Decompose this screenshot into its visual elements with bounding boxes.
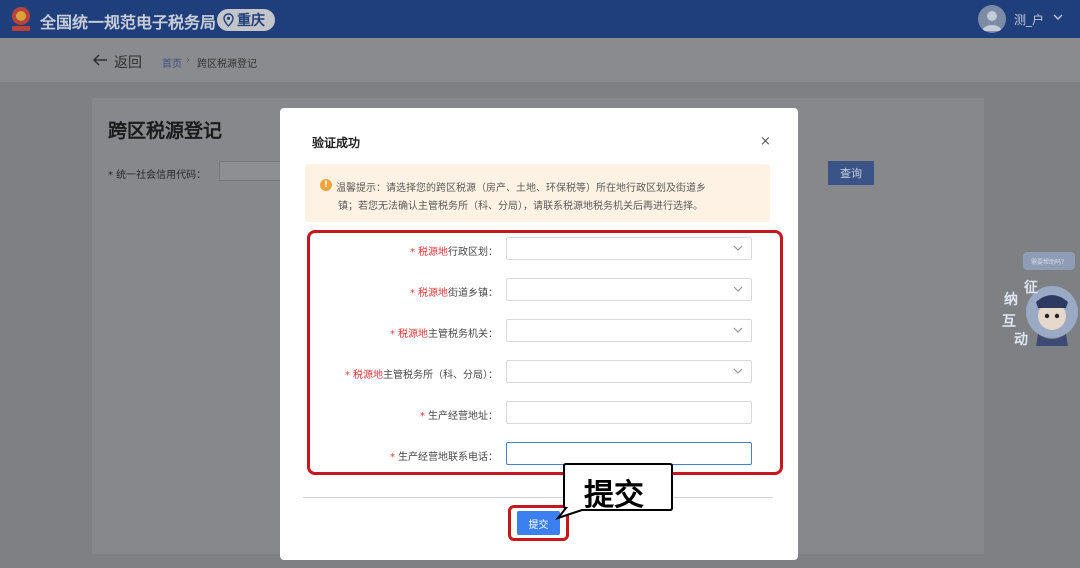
field-prefix: 税源地	[398, 329, 428, 340]
notice-text-line-2: 镇；若您无法确认主管税务所（科、分局），请联系税源地税务机关后再进行选择。	[338, 201, 703, 212]
back-link[interactable]: 返回	[114, 52, 142, 72]
user-avatar-icon	[982, 11, 1002, 31]
back-arrow-icon[interactable]	[92, 53, 108, 67]
form-highlight-frame	[307, 230, 783, 475]
chevron-down-icon	[733, 368, 743, 374]
help-bubble[interactable]: 需要帮助吗？	[1023, 252, 1075, 270]
user-avatar[interactable]	[978, 5, 1006, 33]
user-name[interactable]: 测_户	[1014, 11, 1044, 28]
credit-code-label: * 统一社会信用代码：	[108, 170, 207, 181]
location-pin-icon	[223, 13, 234, 27]
chevron-down-icon	[733, 327, 743, 333]
breadcrumb-current: 跨区税源登记	[197, 59, 257, 70]
dialog-divider	[303, 497, 773, 498]
field-label-tax-office: * 税源地主管税务所（科、分局）：	[345, 370, 498, 381]
field-label-street-town: * 税源地街道乡镇：	[410, 288, 498, 299]
business-address-input[interactable]	[506, 401, 752, 424]
breadcrumb-home[interactable]: 首页	[162, 55, 182, 70]
field-label-text: 行政区划：	[448, 247, 498, 258]
field-label-tax-authority: * 税源地主管税务机关：	[390, 329, 498, 340]
field-label-text: 主管税务机关：	[428, 329, 498, 340]
field-prefix: 税源地	[353, 370, 383, 381]
chevron-down-icon[interactable]	[1052, 10, 1064, 24]
field-label-text: 生产经营地联系电话：	[398, 452, 498, 463]
dialog-title: 验证成功	[312, 136, 361, 150]
query-button[interactable]: 查询	[828, 161, 874, 185]
chevron-down-icon	[733, 286, 743, 292]
credit-code-input[interactable]	[219, 161, 281, 181]
field-label-admin-division: * 税源地行政区划：	[410, 247, 498, 258]
helper-char-1: 征	[1024, 279, 1038, 296]
city-selector[interactable]: 重庆	[217, 9, 275, 31]
page-title: 跨区税源登记	[108, 120, 223, 142]
breadcrumb-separator: ›	[186, 55, 190, 66]
admin-division-select[interactable]	[506, 237, 752, 260]
helper-char-3: 互	[1002, 314, 1016, 330]
field-prefix: 税源地	[418, 288, 448, 299]
field-prefix: 税源地	[418, 247, 448, 258]
helper-char-4: 动	[1014, 331, 1028, 348]
field-label-business-address: * 生产经营地址：	[420, 411, 498, 422]
field-label-text: 主管税务所（科、分局）：	[383, 370, 498, 381]
notice-text-line-1: 温馨提示：请选择您的跨区税源（房产、土地、环保税等）所在地行政区划及街道乡	[336, 183, 706, 194]
callout-text: 提交	[584, 478, 644, 513]
street-town-select[interactable]	[506, 278, 752, 301]
tax-bureau-emblem-icon	[12, 7, 30, 31]
chevron-down-icon	[733, 245, 743, 251]
interaction-assistant-icon[interactable]: 征 纳 互 动	[1002, 272, 1078, 350]
city-name: 重庆	[237, 13, 265, 29]
field-label-text: 街道乡镇：	[448, 288, 498, 299]
field-label-business-phone: * 生产经营地联系电话：	[390, 452, 498, 463]
tax-office-select[interactable]	[506, 360, 752, 383]
field-label-text: 生产经营地址：	[428, 411, 498, 422]
tax-authority-select[interactable]	[506, 319, 752, 342]
close-icon[interactable]: ×	[760, 134, 771, 149]
site-title: 全国统一规范电子税务局	[40, 13, 217, 32]
warning-icon: !	[320, 179, 332, 191]
helper-char-2: 纳	[1004, 291, 1018, 308]
